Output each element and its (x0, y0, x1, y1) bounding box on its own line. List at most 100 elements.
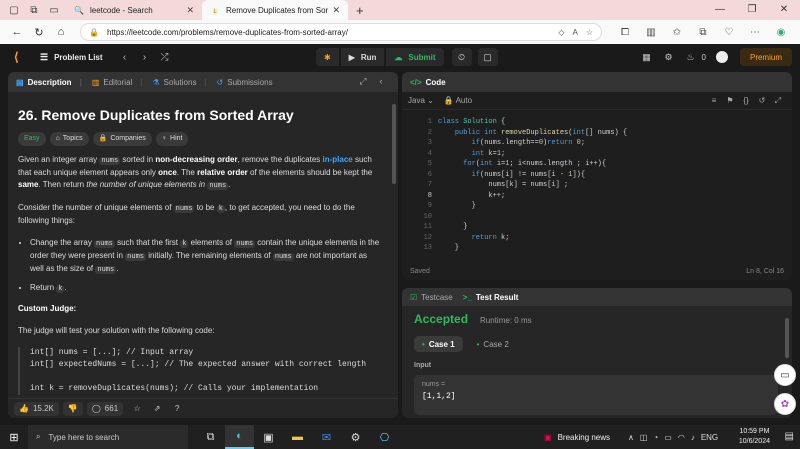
premium-button[interactable]: Premium (739, 48, 792, 66)
comments-button[interactable]: ◯ 661 (86, 401, 124, 416)
browser-toolbar: ← ↻ ⌂ 🔒 https://leetcode.com/problems/re… (0, 20, 800, 44)
close-tab-icon[interactable]: ✕ (332, 5, 340, 16)
settings-icon[interactable]: ⚙ (341, 425, 370, 449)
list-item: Change the array nums such that the firs… (30, 237, 380, 276)
settings-gear-icon[interactable]: ⚙ (658, 52, 680, 63)
sidebar-chat-button[interactable]: ▭ (774, 364, 796, 386)
expand-icon[interactable]: ⤢ (354, 76, 372, 87)
chevron-up-icon[interactable]: ∧ (628, 433, 634, 442)
collections-icon[interactable]: ⧉ (690, 27, 716, 38)
favorites-icon[interactable]: ✩ (664, 27, 690, 38)
result-scrollbar[interactable] (785, 318, 789, 358)
news-widget[interactable]: ▣ Breaking news (544, 425, 610, 449)
shuffle-icon[interactable]: ⤮ (155, 52, 175, 63)
timer-button[interactable]: ⏲ (451, 48, 472, 66)
vscode-icon[interactable]: ⎔ (370, 425, 399, 449)
home-icon[interactable]: ⌂ (50, 26, 72, 38)
leetcode-logo-icon[interactable]: ⟨ (14, 50, 28, 64)
thumbs-down-icon: 👎 (67, 404, 78, 413)
hint-tag[interactable]: ♀ Hint (155, 132, 189, 146)
workspaces-icon[interactable]: ⧉ (28, 4, 40, 16)
avatar[interactable] (715, 51, 728, 63)
problem-list-button[interactable]: ☰ Problem List (40, 52, 103, 63)
speaker-icon[interactable]: ◔ (653, 433, 658, 442)
tab-description[interactable]: ▤ Description | (16, 78, 82, 87)
maximize-icon[interactable]: ❐ (736, 0, 768, 20)
tab-submissions[interactable]: ↺ Submissions (217, 78, 273, 87)
submit-button[interactable]: ☁ Submit (386, 48, 444, 66)
text: . (228, 180, 231, 189)
notification-icon[interactable]: ▤ (785, 431, 794, 442)
windows-start-icon[interactable]: ⊞ (0, 431, 28, 444)
prev-problem-icon[interactable]: ‹ (115, 52, 135, 63)
task-view-icon[interactable]: ⧉ (196, 425, 225, 449)
next-problem-icon[interactable]: › (135, 52, 155, 63)
collapse-icon[interactable]: ‹ (372, 76, 390, 87)
minimize-icon[interactable]: — (704, 0, 736, 20)
network-icon[interactable]: ◫ (640, 433, 648, 442)
problem-title[interactable]: 26. Remove Duplicates from Sorted Array (18, 106, 380, 124)
more-menu-icon[interactable]: ⋯ (742, 27, 768, 38)
tab-test-result[interactable]: >_ Test Result (463, 293, 519, 302)
microsoft-store-icon[interactable]: ▣ (254, 425, 283, 449)
layout-icon[interactable]: ▦ (636, 52, 658, 63)
play-icon: ▶ (348, 52, 355, 62)
description-scrollbar[interactable] (392, 104, 396, 184)
news-label: Breaking news (557, 432, 611, 442)
extensions-icon[interactable]: ⧠ (612, 27, 638, 38)
profile-icon[interactable]: ▢ (8, 4, 20, 16)
address-bar[interactable]: 🔒 https://leetcode.com/problems/remove-d… (80, 23, 602, 41)
mail-icon[interactable]: ✉ (312, 425, 341, 449)
split-screen-icon[interactable]: ▥ (638, 27, 664, 38)
in-place-link[interactable]: in-place (323, 155, 353, 164)
star-icon[interactable]: ☆ (127, 404, 147, 413)
bookmark-icon[interactable]: ⚑ (722, 96, 738, 106)
fullscreen-icon[interactable]: ⤢ (770, 96, 786, 106)
browser-tab-leetcode[interactable]: ʟ Remove Duplicates from Sorted A ✕ (202, 0, 348, 20)
copilot-icon[interactable]: ◉ (768, 27, 794, 38)
refresh-icon[interactable]: ↻ (28, 26, 50, 39)
topics-tag[interactable]: ⌂ Topics (49, 132, 89, 146)
close-window-icon[interactable]: ✕ (768, 0, 800, 20)
tab-actions-icon[interactable]: ▭ (48, 4, 60, 16)
brackets-icon[interactable]: {} (738, 96, 754, 106)
tab-solutions[interactable]: ⚗ Solutions | (152, 78, 206, 87)
taskbar-search-box[interactable]: ⌕ Type here to search (28, 425, 188, 449)
reset-icon[interactable]: ↺ (754, 96, 770, 106)
case-1-tab[interactable]: • Case 1 (414, 336, 463, 352)
browser-tab-search[interactable]: 🔍 leetcode - Search ✕ (66, 0, 202, 20)
file-explorer-icon[interactable]: ▬ (283, 425, 312, 449)
edge-browser-icon[interactable]: ◐ (225, 425, 254, 449)
case-label: Case 2 (483, 339, 509, 349)
wifi-icon[interactable]: ◠ (678, 433, 685, 442)
tab-editorial[interactable]: ▥ Editorial | (92, 78, 143, 87)
notes-button[interactable]: ▢ (477, 48, 498, 66)
copilot-floating-button[interactable]: ✿ (774, 393, 796, 415)
new-tab-button[interactable]: + (356, 3, 364, 18)
battery-icon[interactable]: ▭ (664, 433, 672, 442)
run-button[interactable]: ▶ Run (340, 48, 385, 66)
auto-mode-toggle[interactable]: 🔒 Auto (444, 96, 472, 105)
debug-button[interactable]: ✱ (316, 48, 339, 66)
back-icon[interactable]: ← (6, 26, 28, 38)
help-icon[interactable]: ? (167, 404, 187, 413)
volume-icon[interactable]: ♪ (691, 433, 695, 442)
language-indicator[interactable]: ENG (701, 433, 718, 442)
close-tab-icon[interactable]: ✕ (186, 5, 194, 16)
tracking-icon[interactable]: ◇ (558, 28, 564, 37)
clock[interactable]: 10:59 PM 10/6/2024 (739, 427, 770, 447)
tab-testcase[interactable]: ☑ Testcase (410, 293, 453, 302)
dislike-button[interactable]: 👎 (62, 401, 83, 416)
like-button[interactable]: 👍 15.2K (14, 401, 59, 416)
browser-essentials-icon[interactable]: ♡ (716, 27, 742, 38)
streak-fire-icon[interactable]: ♨ (680, 52, 702, 63)
code-editor[interactable]: 1 2 3 4 5 6 7 8 9 10 11 12 13 class Solu… (402, 114, 792, 260)
share-icon[interactable]: ⇗ (147, 404, 167, 413)
format-icon[interactable]: ≡ (706, 96, 722, 106)
companies-tag[interactable]: 🔒 Companies (92, 132, 152, 146)
favorite-star-icon[interactable]: ☆ (586, 28, 593, 37)
case-2-tab[interactable]: • Case 2 (469, 336, 517, 352)
read-aloud-icon[interactable]: A (572, 28, 577, 37)
language-select[interactable]: Java ⌄ (408, 96, 434, 105)
lock-icon[interactable]: 🔒 (89, 28, 99, 37)
